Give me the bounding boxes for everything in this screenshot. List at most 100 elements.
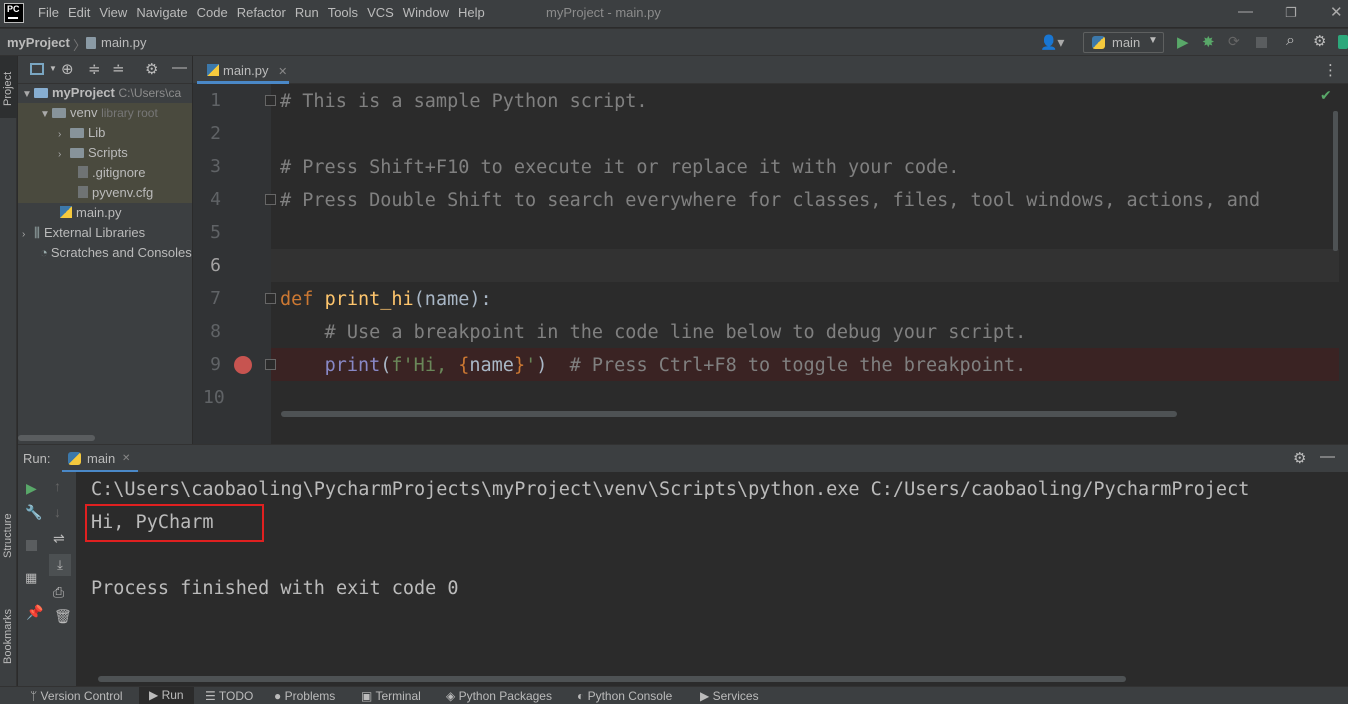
up-arrow-icon[interactable]: ↑ [54,478,61,494]
branch-icon: ᛘ [30,689,38,703]
fold-icon[interactable] [265,194,276,205]
menu-refactor[interactable]: Refactor [237,5,286,20]
layout-icon[interactable]: ▦ [25,570,37,586]
horizontal-scrollbar[interactable] [281,411,1177,417]
more-options-icon[interactable]: ⋮ [1323,61,1338,79]
breadcrumb-project[interactable]: myProject [7,35,70,50]
run-config-selector[interactable]: main ▼ [1083,32,1164,53]
run-icon[interactable]: ▶ [1177,33,1189,51]
menu-edit[interactable]: Edit [68,5,90,20]
gear-icon[interactable]: ⚙ [145,60,158,78]
tree-mainpy[interactable]: main.py [18,203,192,223]
plugin-icon[interactable] [1338,35,1348,49]
stop-icon[interactable] [1256,37,1267,48]
inspection-ok-icon[interactable]: ✔ [1320,87,1332,104]
code-line-7[interactable]: def print_hi(name): [280,283,492,316]
menu-tools[interactable]: Tools [328,5,358,20]
terminal-tab[interactable]: ▣ Terminal [361,689,421,703]
menu-window[interactable]: Window [403,5,449,20]
tab-main-py[interactable]: main.py ✕ [197,56,289,84]
close-window-icon[interactable]: ✕ [1330,3,1343,21]
project-tool-label[interactable]: Project [2,72,14,106]
python-icon [68,452,81,465]
breadcrumb-file[interactable]: main.py [101,35,147,50]
code-line-1[interactable]: # This is a sample Python script. [280,85,648,118]
run-tab[interactable]: ▶ Run [139,687,194,704]
menu-vcs[interactable]: VCS [367,5,394,20]
project-view-icon[interactable] [30,63,44,75]
code-line-4[interactable]: # Press Double Shift to search everywher… [280,184,1340,217]
menu-run[interactable]: Run [295,5,319,20]
run-tab-main[interactable]: main ✕ [62,445,138,473]
tree-external-libraries[interactable]: › ⫼ External Libraries [18,223,192,243]
run-header: Run: main ✕ ⚙ — [18,444,1348,473]
restore-icon[interactable]: ❐ [1285,5,1297,21]
pin-icon[interactable]: 📌 [26,604,43,621]
tree-lib[interactable]: › Lib [18,123,192,143]
trash-icon[interactable]: 🗑 [54,608,72,625]
search-icon[interactable]: ⌕ [1286,32,1295,50]
menu-file[interactable]: File [38,5,59,20]
chevron-down-icon: ▼ [40,109,50,120]
gear-icon[interactable]: ⚙ [1293,449,1306,467]
stop-icon[interactable] [26,540,37,551]
folder-icon [70,148,84,158]
file-icon [78,166,88,178]
locate-icon[interactable]: ⊕ [61,60,74,78]
debug-icon[interactable]: ✸ [1202,33,1215,51]
minimize-icon[interactable]: — [1238,3,1253,20]
code-line-8[interactable]: # Use a breakpoint in the code line belo… [280,316,1027,349]
horizontal-scrollbar[interactable] [18,435,95,441]
fold-icon[interactable] [265,293,276,304]
user-icon[interactable]: 👤▾ [1040,34,1064,51]
python-console-tab[interactable]: ◐ Python Console [577,689,672,703]
rerun-icon[interactable]: ▶ [26,480,37,497]
python-packages-tab[interactable]: ◈ Python Packages [446,689,552,703]
run-config-label: main [1112,35,1141,50]
chevron-down-icon[interactable]: ▼ [49,64,57,73]
code-line-3[interactable]: # Press Shift+F10 to execute it or repla… [280,151,959,184]
print-icon[interactable]: ⎙ [53,584,64,601]
coverage-icon[interactable]: ⟳ [1228,33,1240,50]
close-tab-icon[interactable]: ✕ [122,453,130,464]
terminal-icon: ▣ [361,689,373,703]
menu-navigate[interactable]: Navigate [136,5,187,20]
breadcrumb-separator: 〉 [73,38,87,53]
hide-panel-icon[interactable]: — [1320,448,1335,465]
horizontal-scrollbar[interactable] [98,676,1126,682]
services-tab[interactable]: ▶ Services [700,689,759,703]
tree-pyvenv[interactable]: pyvenv.cfg [18,183,192,203]
down-arrow-icon[interactable]: ↓ [54,504,61,520]
tree-gitignore[interactable]: .gitignore [18,163,192,183]
soft-wrap-icon[interactable]: ⇌ [53,530,65,547]
scroll-to-end-icon[interactable]: ⤓ [49,554,71,576]
line-number: 9 [210,354,221,375]
version-control-tab[interactable]: ᛘ Version Control [30,689,123,703]
file-icon [78,186,88,198]
structure-tool-label[interactable]: Structure [2,513,14,558]
fold-icon[interactable] [265,359,276,370]
tree-root[interactable]: ▼ myProject C:\Users\ca [18,83,192,103]
menu-code[interactable]: Code [197,5,228,20]
close-tab-icon[interactable]: ✕ [278,66,287,78]
wrench-icon[interactable]: 🔧 [25,504,42,521]
console-output[interactable]: C:\Users\caobaoling\PycharmProjects\myPr… [76,472,1348,686]
menu-help[interactable]: Help [458,5,485,20]
menu-view[interactable]: View [99,5,127,20]
collapse-all-icon[interactable]: ≐ [112,60,125,78]
tree-scripts[interactable]: › Scripts [18,143,192,163]
problems-tab[interactable]: ● Problems [274,689,335,703]
folder-icon [70,128,84,138]
code-line-9[interactable]: print(f'Hi, {name}') # Press Ctrl+F8 to … [280,349,1027,382]
tree-venv[interactable]: ▼ venv library root [18,103,192,123]
breakpoint-icon[interactable] [234,356,252,374]
fold-icon[interactable] [265,95,276,106]
current-line-highlight [271,249,1339,282]
hide-panel-icon[interactable]: — [172,59,187,76]
expand-all-icon[interactable]: ≑ [88,60,101,78]
settings-gear-icon[interactable]: ⚙ [1313,32,1326,50]
todo-tab[interactable]: ☰ TODO [205,689,253,703]
bookmarks-tool-label[interactable]: Bookmarks [2,609,14,664]
vertical-scrollbar[interactable] [1333,111,1338,251]
tree-scratches[interactable]: ◔ Scratches and Consoles [18,243,192,263]
